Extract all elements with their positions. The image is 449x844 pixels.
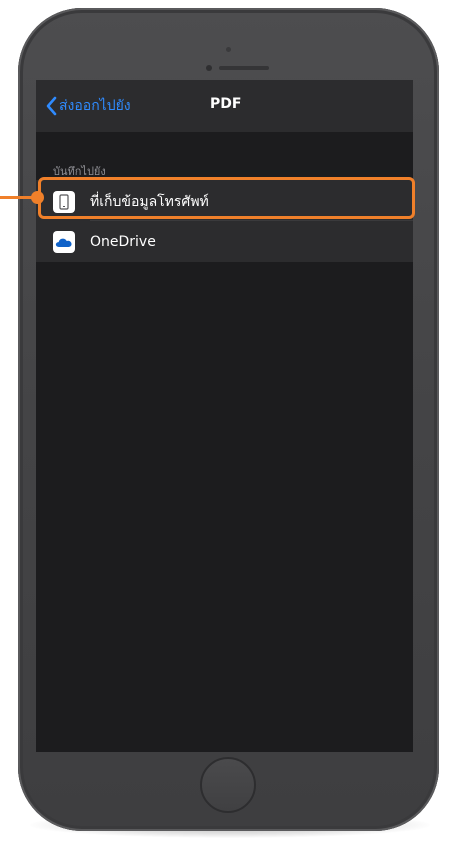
navigation-bar: ส่งออกไปยัง PDF <box>36 80 413 132</box>
front-camera <box>206 65 212 71</box>
highlight-callout-box <box>38 177 415 219</box>
back-button-label: ส่งออกไปยัง <box>59 98 131 114</box>
chevron-left-icon <box>46 96 57 116</box>
home-button[interactable] <box>200 757 256 813</box>
callout-dot <box>31 191 44 204</box>
front-sensor <box>226 47 231 52</box>
onedrive-cloud-icon <box>53 231 75 253</box>
back-button[interactable]: ส่งออกไปยัง <box>45 94 131 118</box>
earpiece-speaker <box>219 66 269 70</box>
page-title: PDF <box>210 96 242 112</box>
row-separator <box>90 220 413 221</box>
list-item-label: OneDrive <box>90 234 156 250</box>
list-item-onedrive[interactable]: OneDrive <box>36 222 413 262</box>
